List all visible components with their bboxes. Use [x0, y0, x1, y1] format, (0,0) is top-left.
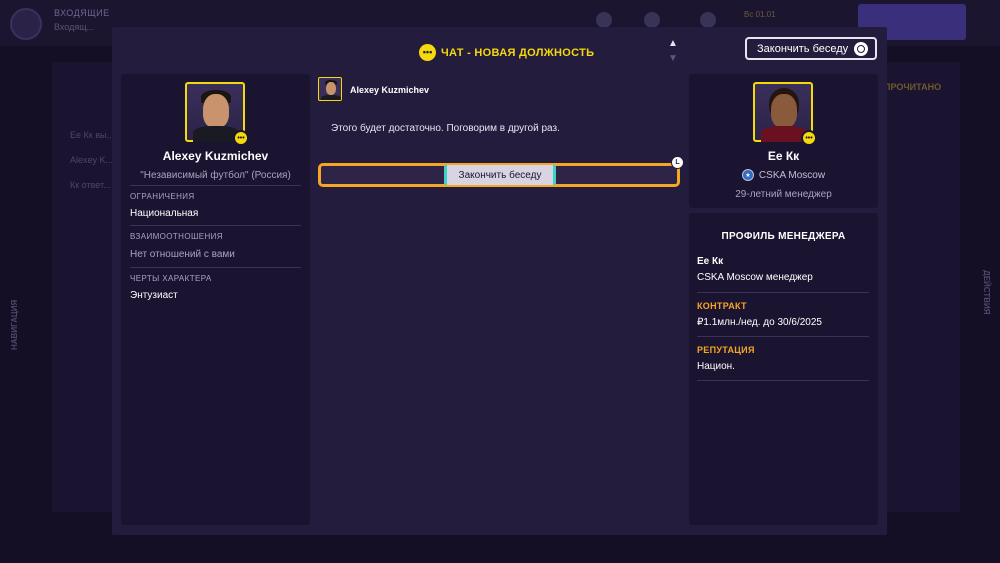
key-hint-badge: L — [671, 156, 684, 169]
avatar-shoulders — [321, 95, 341, 100]
avatar-face — [771, 94, 797, 128]
divider — [697, 380, 869, 381]
divider — [130, 267, 301, 268]
inbox-title: ВХОДЯЩИЕ — [54, 8, 110, 18]
avatar-shoulders — [193, 126, 239, 142]
club-logo — [10, 8, 42, 40]
chat-bubble-icon: ••• — [419, 44, 436, 61]
background-line: Кк ответ... — [70, 180, 111, 190]
game-date: Вс 01.01 — [744, 10, 776, 19]
reply-option-row[interactable]: Закончить беседу L — [318, 156, 684, 187]
chat-message: Этого будет достаточно. Поговорим в друг… — [331, 123, 560, 134]
inbox-subtitle: Входящ... — [54, 22, 95, 32]
chat-badge-icon: ••• — [233, 130, 249, 146]
divider — [130, 185, 301, 186]
background-right-card — [880, 62, 960, 512]
right-person-avatar[interactable]: ••• — [753, 82, 817, 146]
actions-label: ДЕЙСТВИЯ — [982, 270, 991, 315]
background-line: Ее Кк вы... — [70, 130, 114, 140]
relationships-label: ВЗАИМООТНОШЕНИЯ — [130, 232, 223, 241]
speaker-name: Alexey Kuzmichev — [350, 85, 430, 95]
traits-label: ЧЕРТЫ ХАРАКТЕРА — [130, 274, 212, 283]
avatar-face — [203, 94, 229, 128]
menu-icon — [700, 12, 716, 28]
chevron-up-icon[interactable]: ▲ — [668, 38, 678, 49]
right-person-age-role: 29-летний менеджер — [735, 189, 832, 200]
relationships-value: Нет отношений с вами — [130, 249, 235, 260]
modal-title: ЧАТ - НОВАЯ ДОЛЖНОСТЬ — [441, 46, 595, 59]
left-person-affiliation: "Независимый футбол" (Россия) — [140, 170, 291, 181]
profile-name: Ее Кк — [697, 256, 724, 267]
left-person-panel: ••• Alexey Kuzmichev "Независимый футбол… — [121, 74, 310, 525]
manager-profile-panel: ПРОФИЛЬ МЕНЕДЖЕРА Ее Кк CSKA Moscow мене… — [689, 213, 878, 525]
avatar-shoulders — [761, 126, 807, 142]
contract-value: ₽1.1млн./нед. до 30/6/2025 — [697, 317, 822, 328]
restrictions-value: Национальная — [130, 208, 199, 219]
right-person-club[interactable]: ★ CSKA Moscow — [689, 169, 878, 181]
divider — [130, 225, 301, 226]
end-conversation-button[interactable]: Закончить беседу — [745, 37, 877, 60]
restrictions-label: ОГРАНИЧЕНИЯ — [130, 192, 195, 201]
search-icon — [596, 12, 612, 28]
chat-modal: ••• ЧАТ - НОВАЯ ДОЛЖНОСТЬ ▲ ▼ Закончить … — [112, 27, 887, 535]
chat-badge-icon: ••• — [801, 130, 817, 146]
divider — [697, 292, 869, 293]
end-circle-icon — [854, 42, 868, 56]
reputation-value: Национ. — [697, 361, 735, 372]
club-crest-icon: ★ — [741, 169, 754, 181]
modal-header: ••• ЧАТ - НОВАЯ ДОЛЖНОСТЬ ▲ ▼ Закончить … — [112, 27, 887, 73]
reputation-label: РЕПУТАЦИЯ — [697, 345, 755, 355]
background-line: Alexey K... — [70, 155, 114, 165]
right-person-panel: ••• Ее Кк ★ CSKA Moscow 29-летний менедж… — [689, 74, 878, 208]
chevron-down-icon[interactable]: ▼ — [668, 53, 678, 64]
reply-end-conversation-button[interactable]: Закончить беседу — [444, 165, 556, 185]
right-person-name[interactable]: Ее Кк — [689, 149, 878, 163]
modal-title-group: ••• ЧАТ - НОВАЯ ДОЛЖНОСТЬ — [419, 44, 594, 61]
navigation-label: НАВИГАЦИЯ — [10, 299, 19, 350]
traits-value: Энтузиаст — [130, 290, 178, 301]
help-icon — [644, 12, 660, 28]
avatar-face — [326, 82, 336, 95]
profile-role: CSKA Moscow менеджер — [697, 272, 813, 283]
left-person-name[interactable]: Alexey Kuzmichev — [121, 149, 310, 163]
club-name: CSKA Moscow — [758, 169, 826, 181]
chat-area: Alexey Kuzmichev Этого будет достаточно.… — [317, 74, 684, 525]
end-conversation-label: Закончить беседу — [757, 42, 849, 55]
profile-title: ПРОФИЛЬ МЕНЕДЖЕРА — [721, 231, 846, 242]
speaker-avatar — [318, 77, 342, 101]
left-person-avatar[interactable]: ••• — [185, 82, 249, 146]
contract-label: КОНТРАКТ — [697, 301, 747, 311]
read-label: ПРОЧИТАНО — [884, 82, 942, 92]
divider — [697, 336, 869, 337]
